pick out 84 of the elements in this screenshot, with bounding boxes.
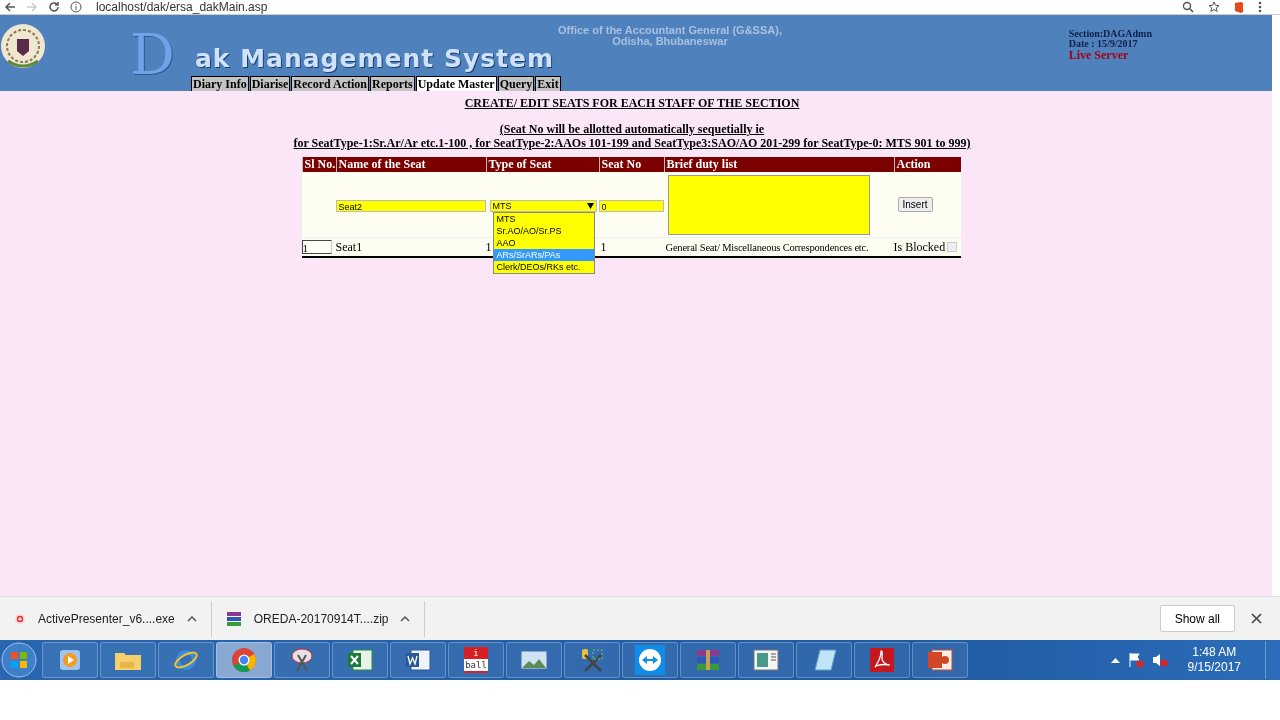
menu-button[interactable]: Exit: [535, 76, 561, 92]
spreadsheet-icon[interactable]: [347, 648, 373, 672]
tools-icon[interactable]: [579, 647, 605, 673]
menu-button[interactable]: Record Action: [291, 76, 369, 92]
dropdown-option[interactable]: Clerk/DEOs/RKs etc.: [493, 261, 594, 273]
server-label: Live Server: [1068, 49, 1130, 62]
ring-icon[interactable]: [173, 647, 199, 673]
taskbar-button[interactable]: [100, 642, 156, 678]
seat-type-dropdown[interactable]: MTS: [489, 199, 597, 212]
seal-icon: [0, 23, 46, 69]
show-all-button[interactable]: Show all: [1159, 605, 1235, 632]
taskbar-button[interactable]: [332, 642, 388, 678]
document-icon[interactable]: [405, 648, 431, 672]
menu-button[interactable]: Diarise: [249, 76, 291, 92]
reload-icon[interactable]: [48, 1, 60, 13]
clock-time[interactable]: 1:48 AM: [1187, 645, 1241, 660]
taskbar-button[interactable]: [564, 642, 620, 678]
scissors-icon[interactable]: [289, 647, 315, 673]
blocked-checkbox[interactable]: [947, 242, 958, 252]
logo-title: ak Management System: [195, 47, 556, 71]
dropdown-option[interactable]: MTS: [493, 213, 594, 225]
stacked-books-icon[interactable]: [695, 648, 721, 672]
caret-icon[interactable]: [586, 202, 594, 209]
table-cell: Seat1: [335, 239, 363, 255]
info-icon[interactable]: [70, 1, 82, 13]
play-icon[interactable]: [59, 649, 81, 671]
close-icon[interactable]: [1251, 613, 1262, 624]
notepad-icon[interactable]: [811, 648, 837, 672]
download-item[interactable]: OREDA-20170914T....zip: [253, 611, 389, 626]
tricolor-circle-icon[interactable]: [231, 647, 257, 673]
taskbar-button[interactable]: [680, 642, 736, 678]
search-icon[interactable]: [1182, 1, 1194, 13]
speaker-muted-icon[interactable]: [1151, 652, 1168, 668]
pdf-icon[interactable]: [869, 647, 895, 673]
seat-number-field[interactable]: 0: [598, 199, 664, 212]
menu-button[interactable]: Reports: [370, 76, 415, 92]
taskbar-button[interactable]: [390, 642, 446, 678]
taskbar-button[interactable]: [622, 642, 678, 678]
taskbar-button[interactable]: i ball: [448, 642, 504, 678]
status-label: Is Blocked: [893, 239, 946, 255]
start-button[interactable]: [0, 641, 38, 679]
page-title: CREATE/ EDIT SEATS FOR EACH STAFF OF THE SECTION: [464, 96, 800, 111]
download-item[interactable]: ActivePresenter_v6....exe: [38, 611, 175, 626]
menu-button[interactable]: Update Master: [415, 76, 497, 92]
app-logo[interactable]: i ball: [464, 647, 488, 673]
clock-date[interactable]: 9/15/2017: [1187, 660, 1241, 675]
dropdown-option[interactable]: Sr.AO/AO/Sr.PS: [493, 225, 594, 237]
section-label: Section:DAGAdmn: [1068, 29, 1152, 39]
menu-button[interactable]: Query: [497, 76, 535, 92]
taskbar-button[interactable]: [42, 642, 98, 678]
extension-icon[interactable]: [1234, 1, 1244, 13]
star-icon[interactable]: [1208, 1, 1220, 13]
presentation-icon[interactable]: [927, 648, 953, 672]
insert-button[interactable]: Insert: [897, 197, 933, 212]
taskbar-button[interactable]: [854, 642, 910, 678]
date-label: Date : 15/9/2017: [1068, 39, 1139, 49]
office-name: Office of the Accountant General (G&SSA), Odisha, Bhubaneswar: [557, 23, 783, 47]
menu-icon[interactable]: [1258, 1, 1262, 13]
taskbar-button[interactable]: [274, 642, 330, 678]
taskbar-button[interactable]: [506, 642, 562, 678]
table-cell: 1: [485, 239, 492, 255]
taskbar-button[interactable]: [216, 642, 272, 678]
dropdown-option[interactable]: AAO: [493, 237, 594, 249]
photo-icon[interactable]: [520, 649, 548, 671]
show-hidden-icon[interactable]: [1110, 657, 1120, 663]
back-icon[interactable]: [4, 1, 16, 13]
caret-icon[interactable]: [400, 615, 411, 622]
taskbar-button[interactable]: [738, 642, 794, 678]
caret-icon[interactable]: [186, 615, 197, 622]
serial-number-field[interactable]: 1: [301, 240, 332, 254]
seat-number-note: (Seat No will be allotted automatically sequetially ie for SeatType-1:Sr.Ar/Ar etc.1-100 , for SeatType-2:AAOs 101-199 and SeatType3:SAO/AO 201-299 for SeatType-0: MTS 901 to 999): [293, 122, 971, 150]
table-cell: General Seat/ Miscellaneous Correspondences etc.: [665, 241, 869, 253]
menu-button[interactable]: Diary Info: [191, 76, 249, 92]
address-field[interactable]: localhost/dak/ersa_dakMain.asp: [96, 0, 268, 14]
taskbar-button[interactable]: [796, 642, 852, 678]
table-cell: 1: [600, 239, 607, 255]
circle-logo-icon: [14, 612, 26, 625]
flag-icon[interactable]: [1127, 652, 1144, 668]
taskbar-button[interactable]: [158, 642, 214, 678]
stacked-books-icon: [225, 610, 242, 627]
window-icon[interactable]: [753, 649, 779, 671]
duty-list-field[interactable]: [667, 174, 870, 235]
seat-name-field[interactable]: Seat2: [335, 199, 486, 212]
taskbar-button[interactable]: [912, 642, 968, 678]
